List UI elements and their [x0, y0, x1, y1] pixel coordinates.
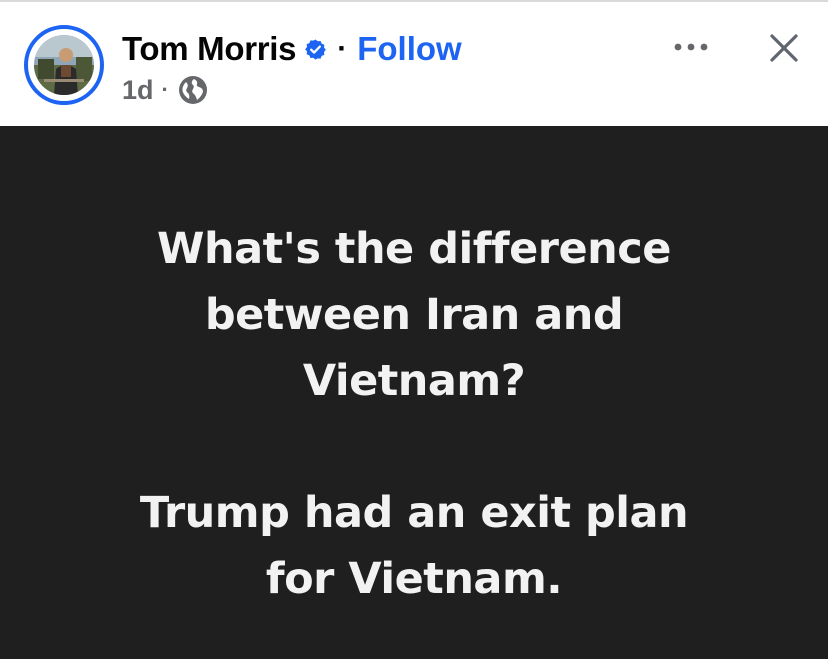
post-header: Tom Morris · Follow 1d ·: [0, 2, 828, 126]
post-text-line: What's the difference: [157, 224, 671, 274]
post-meta: 1d ·: [122, 73, 209, 107]
more-options-icon: [674, 43, 708, 51]
globe-icon[interactable]: [177, 74, 209, 106]
profile-photo: [34, 35, 94, 95]
close-icon: [770, 34, 798, 62]
author-name[interactable]: Tom Morris: [122, 30, 297, 68]
more-options-button[interactable]: [666, 32, 716, 62]
verified-badge-icon: [304, 38, 327, 61]
follow-button[interactable]: Follow: [357, 30, 461, 68]
close-button[interactable]: [762, 28, 806, 68]
post-timestamp[interactable]: 1d: [122, 75, 154, 106]
author-row: Tom Morris · Follow: [122, 28, 462, 70]
post-text: What's the difference between Iran and V…: [0, 216, 828, 612]
post-text-line: between Iran and: [204, 290, 624, 340]
meta-separator-dot: ·: [161, 77, 169, 102]
post-text-line: for Vietnam.: [265, 554, 563, 604]
separator-dot: ·: [337, 32, 348, 65]
post-text-line: Trump had an exit plan: [139, 488, 689, 538]
avatar[interactable]: [24, 25, 104, 105]
post-content: What's the difference between Iran and V…: [0, 126, 828, 659]
post-text-line: Vietnam?: [302, 356, 526, 406]
